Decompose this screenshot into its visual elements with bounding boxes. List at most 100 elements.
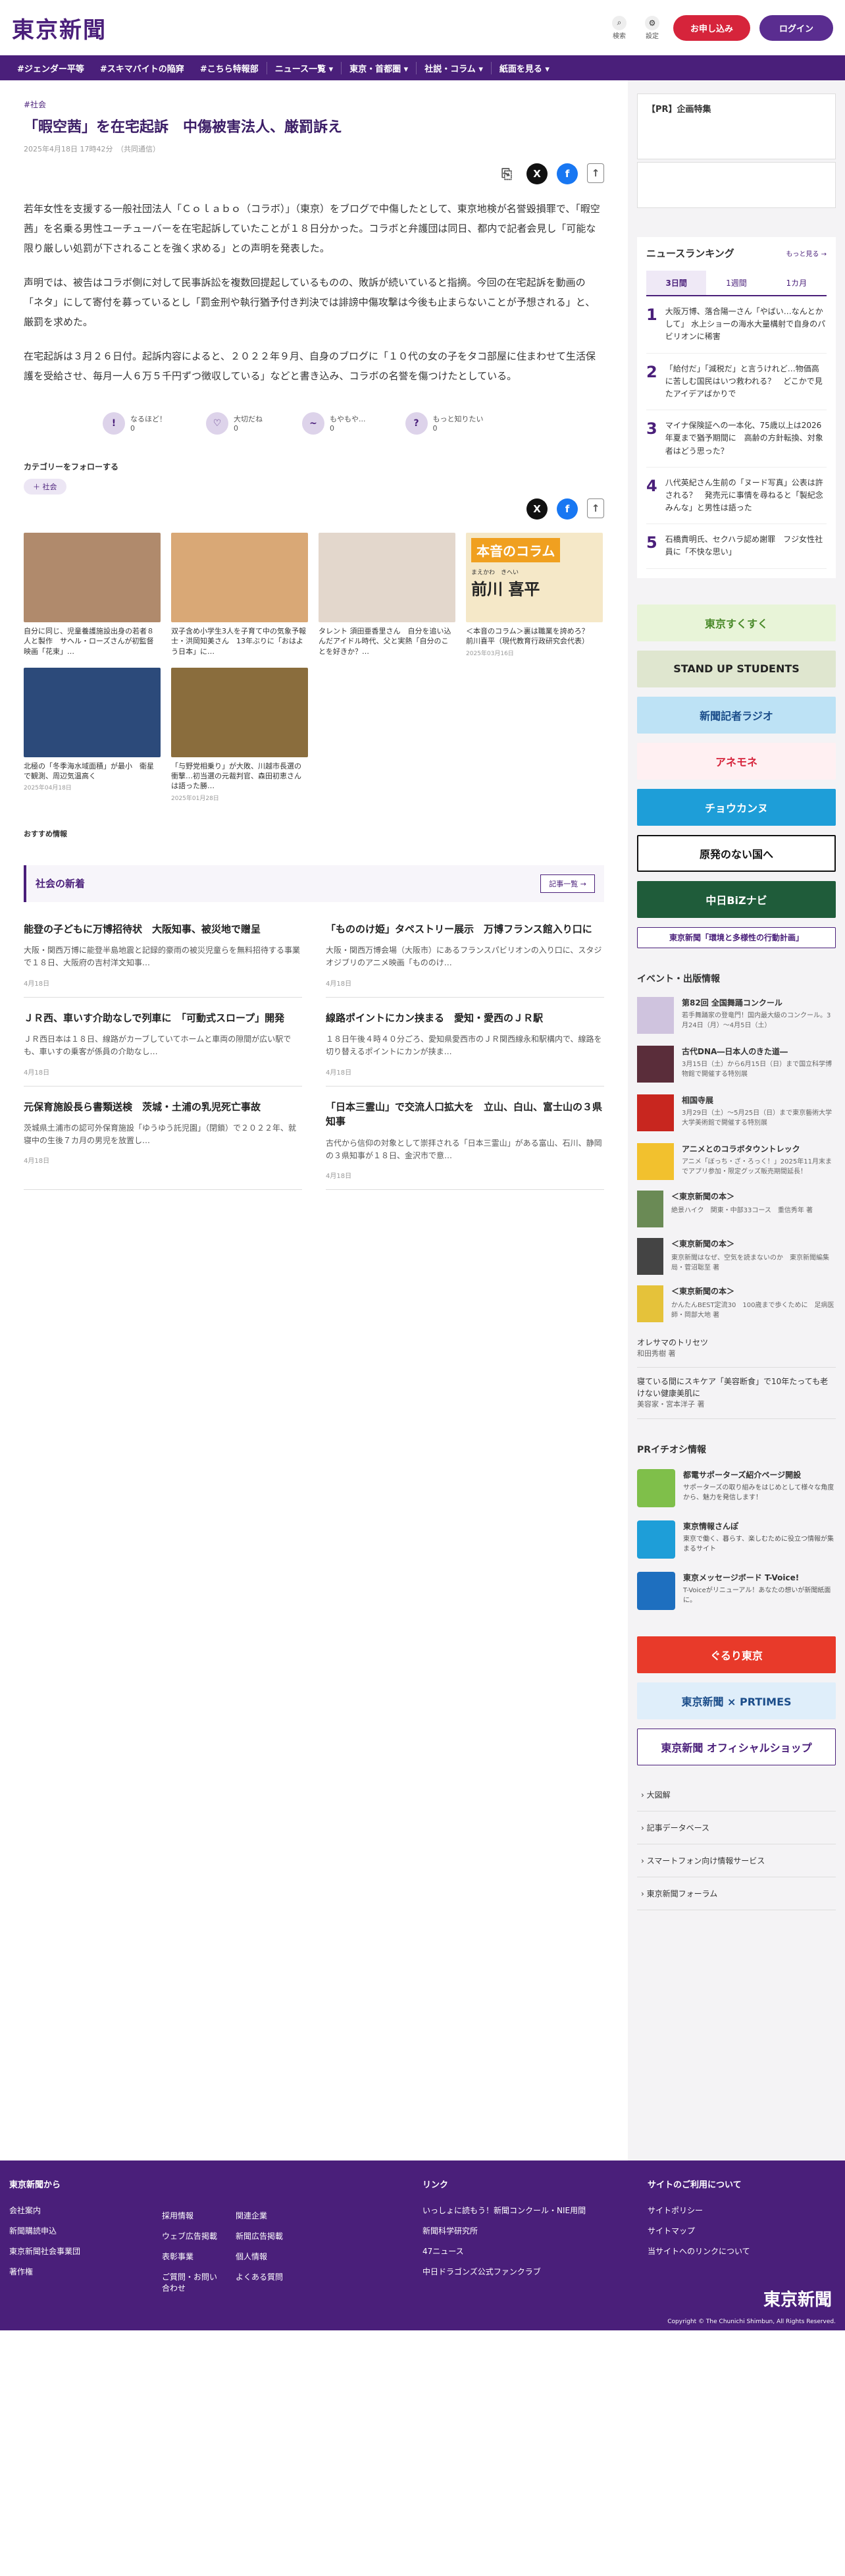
footer-link[interactable]: よくある質問 — [236, 2271, 315, 2282]
book-link[interactable]: 寝ている間にスキケア「美容断食」で10年たっても老けない健康美肌に 美容家・宮本洋… — [637, 1368, 836, 1419]
footer-link[interactable]: 会社案内 — [9, 2205, 147, 2216]
banner-radio[interactable]: 新聞記者ラジオ — [637, 696, 836, 734]
site-link-daizukai[interactable]: › 大図解 — [637, 1779, 836, 1811]
related-card[interactable]: 双子含め小学生3人を子育て中の気象予報士・洪岡知美さん 13年ぶりに「おはよう日… — [171, 532, 308, 657]
related-card[interactable]: 自分に同じ、児童養護施設出身の若者８人と製作 サヘル・ローズさんが初監督映画「花… — [24, 532, 161, 657]
tab-1month[interactable]: 1カ月 — [767, 271, 827, 295]
nav-item-news[interactable]: ニュース一覧 ▾ — [267, 61, 342, 74]
tab-3days[interactable]: 3日間 — [646, 271, 707, 295]
reaction-taisetsu[interactable]: ♡ 大切だね 0 — [206, 412, 263, 435]
login-button[interactable]: ログイン — [759, 14, 833, 41]
recommend-label: おすすめ情報 — [24, 829, 67, 838]
related-card[interactable]: 北極の「冬季海水域面積」が最小 衛星で観測、周辺気温高く 2025年04月18日 — [24, 667, 161, 802]
banner-gururi[interactable]: ぐるり東京 — [637, 1636, 836, 1673]
share-icon[interactable]: ↑ — [587, 163, 604, 183]
footer-link[interactable]: 採用情報 — [162, 2210, 221, 2221]
article-tag[interactable]: #社会 — [24, 100, 46, 109]
book-link[interactable]: オレサマのトリセツ 和田秀樹 著 — [637, 1329, 836, 1368]
site-link-forum[interactable]: › 東京新聞フォーラム — [637, 1877, 836, 1910]
footer-link[interactable]: ご質問・お問い合わせ — [162, 2271, 221, 2294]
ranking-item[interactable]: 1 大阪万博、落合陽一さん「やばい…なんとかして」 水上ショーの海水大量構射で自身… — [646, 296, 827, 354]
ad-slot — [637, 162, 836, 208]
event-item[interactable]: 古代DNA―日本人のきた道― 3月15日（土）から6月15日（日）まで国立科学博物… — [637, 1045, 836, 1083]
footer-link[interactable]: 47ニュース — [423, 2245, 633, 2257]
follow-category-chip[interactable]: ＋ 社会 — [24, 478, 66, 495]
nav-item-paper[interactable]: 紙面を見る ▾ — [492, 62, 557, 74]
footer-link[interactable]: いっしょに読もう！新聞コンクール・NIE用間 — [423, 2205, 633, 2216]
banner-anemone[interactable]: アネモネ — [637, 742, 836, 780]
ranking-item[interactable]: 2 「給付だ」「減税だ」と言うけれど…物価高に苦しむ国民はいつ救われる？ どこかで… — [646, 354, 827, 411]
clip-icon[interactable]: ⎘ — [496, 163, 517, 184]
nav-item-tokuhou[interactable]: #こちら特報部 — [192, 61, 267, 74]
book-item[interactable]: ＜東京新聞の本＞ かんたんBEST定流30 100歳まで歩くために 足病医師・岡部… — [637, 1285, 836, 1322]
reaction-moyamoya[interactable]: ~ もやもや... 0 — [302, 412, 366, 435]
news-item[interactable]: ＪＲ西、車いす介助なしで列車に 「可動式スロープ」開発 ＪＲ西日本は１８日、線路が… — [24, 998, 302, 1087]
news-more-button[interactable]: 記事一覧 → — [540, 874, 595, 893]
banner-standup[interactable]: STAND UP STUDENTS — [637, 650, 836, 687]
settings-button[interactable]: ⚙ 設定 — [640, 15, 664, 40]
footer-link[interactable]: 新聞広告掲載 — [236, 2230, 315, 2241]
related-card[interactable]: 「与野党相乗り」が大敗、川越市長選の衝撃…初当選の元裁判官、森田初恵さんは語った… — [171, 667, 308, 802]
site-link-database[interactable]: › 記事データベース — [637, 1811, 836, 1844]
footer-link[interactable]: 新聞購読申込 — [9, 2225, 147, 2236]
related-card[interactable]: タレント 須田亜香里さん 自分を追い込んだアイドル時代、父と実熱「自分のことを好… — [319, 532, 455, 657]
x-share-icon[interactable]: X — [526, 163, 548, 184]
pr-thumbnail — [637, 1468, 675, 1507]
site-link-smartphone[interactable]: › スマートフォン向け情報サービス — [637, 1844, 836, 1877]
banner-genpatsu[interactable]: 原発のない国へ — [637, 834, 836, 872]
book-item[interactable]: ＜東京新聞の本＞ 東京新聞はなぜ、空気を読まないのか 東京新聞編集局・菅沼聡至 著 — [637, 1237, 836, 1275]
book-item[interactable]: ＜東京新聞の本＞ 絶景ハイク 関東・中部33コース 重信秀年 著 — [637, 1190, 836, 1227]
news-item[interactable]: 元保育施設長ら書類送検 茨城・土浦の乳児死亡事故 茨城県土浦市の認可外保育施設「ゆ… — [24, 1087, 302, 1190]
site-logo[interactable]: 東京新聞 — [12, 12, 107, 44]
footer-link[interactable]: サイトポリシー — [648, 2205, 845, 2216]
footer-link[interactable]: 表彰事業 — [162, 2251, 221, 2262]
event-item[interactable]: アニメとのコラボタウントレック アニメ「ぼっち・ざ・ろっく！」2025年11月末ま… — [637, 1142, 836, 1180]
nav-item-editorial[interactable]: 社説・コラム ▾ — [417, 61, 492, 74]
related-card[interactable]: 本音のコラム まえかわ きへい 前川 喜平 ＜本音のコラム＞裏は職業を誇めろ？ … — [466, 532, 603, 657]
pr-feature-box: 【PR】企画特集 — [637, 94, 836, 159]
footer-link[interactable]: 著作権 — [9, 2266, 147, 2277]
news-item[interactable]: 線路ポイントにカン挟まる 愛知・愛西のＪＲ駅 １８日午後４時４０分ごろ、愛知県愛西… — [326, 998, 604, 1087]
ranking-item[interactable]: 5 石橋貴明氏、セクハラ認め謝罪 フジ女性社員に「不快な思い」 — [646, 524, 827, 569]
news-item[interactable]: 能登の子どもに万博招待状 大阪知事、被災地で贈呈 大阪・関西万博に能登半島地震と記… — [24, 909, 302, 998]
footer-link[interactable]: 中日ドラゴンズ公式ファンクラブ — [423, 2266, 633, 2277]
ranking-item[interactable]: 4 八代英紀さん生前の「ヌード写真」公表は許される？ 発売元に事情を尋ねると「製紀… — [646, 468, 827, 525]
banner-shop[interactable]: 東京新聞 オフィシャルショップ — [637, 1728, 836, 1765]
share-icon[interactable]: ↑ — [587, 498, 604, 518]
footer-link[interactable]: 当サイトへのリンクについて — [648, 2245, 845, 2257]
tab-1week[interactable]: 1週間 — [706, 271, 766, 295]
pr-info-item[interactable]: 東京情報さんぽ 東京で働く、暮らす、楽しむために役立つ情報が集まるサイト — [637, 1520, 836, 1559]
footer-link[interactable]: 関連企業 — [236, 2210, 315, 2221]
pr-info-item[interactable]: 東京メッセージボード T-Voice! T-Voiceがリニューアル！あなたの想い… — [637, 1571, 836, 1610]
event-item[interactable]: 相国寺展 3月29日（土）〜5月25日（日）まで東京藝術大学大学美術館で開催する特… — [637, 1094, 836, 1131]
nav-item-sukima[interactable]: #スキマバイトの陥穽 — [92, 62, 192, 74]
footer-link[interactable]: ウェブ広告掲載 — [162, 2230, 221, 2241]
footer-link[interactable]: 個人情報 — [236, 2251, 315, 2262]
subscribe-button[interactable]: お申し込み — [673, 14, 750, 41]
facebook-share-icon[interactable]: f — [557, 163, 578, 184]
banner-biznavi[interactable]: 中日BiZナビ — [637, 880, 836, 918]
search-button[interactable]: ⌕ 検索 — [607, 15, 631, 40]
ranking-item[interactable]: 3 マイナ保険証への一本化、75歳以上は2026年夏まで猶予期間に 高齢の方針転換… — [646, 410, 827, 468]
footer-link[interactable]: 東京新聞社会事業団 — [9, 2245, 147, 2257]
reaction-naruhodo[interactable]: ! なるほど！ 0 — [103, 412, 166, 435]
banner-action-plan[interactable]: 東京新聞「環境と多様性の行動計画」 — [637, 926, 836, 948]
event-item[interactable]: 第82回 全国舞踊コンクール 若手舞踊家の登竜門！国内最大級のコンクール。3月24… — [637, 996, 836, 1034]
banner-sukusuku[interactable]: 東京すくすく — [637, 604, 836, 641]
footer-link[interactable]: 新聞科学研究所 — [423, 2225, 633, 2236]
banner-choukannu[interactable]: チョウカンヌ — [637, 788, 836, 826]
ranking-tabs: 3日間 1週間 1カ月 — [646, 271, 827, 296]
news-section-header: 社会の新着 記事一覧 → — [24, 865, 604, 902]
facebook-share-icon[interactable]: f — [557, 498, 578, 520]
news-item[interactable]: 「もののけ姫」タペストリー展示 万博フランス館入り口に 大阪・関西万博会場（大阪市… — [326, 909, 604, 998]
nav-item-tokyo[interactable]: 東京・首都圏 ▾ — [342, 61, 417, 74]
reaction-shiritai[interactable]: ? もっと知りたい 0 — [405, 412, 484, 435]
nav-item-gender[interactable]: #ジェンダー平等 — [9, 62, 92, 74]
footer-link[interactable]: サイトマップ — [648, 2225, 845, 2236]
footer-logo[interactable]: 東京新聞 — [763, 2286, 832, 2311]
x-share-icon[interactable]: X — [526, 498, 548, 520]
pr-info-item[interactable]: 都電サポーターズ紹介ページ開設 サポーターズの取り組みをはじめとして様々な角度から… — [637, 1468, 836, 1507]
news-item[interactable]: 「日本三霊山」で交流人口拡大を 立山、白山、富士山の３県知事 古代から信仰の対象と… — [326, 1087, 604, 1190]
banner-prtimes[interactable]: 東京新聞 × PRTIMES — [637, 1682, 836, 1719]
ranking-more-link[interactable]: もっと見る → — [786, 248, 827, 258]
